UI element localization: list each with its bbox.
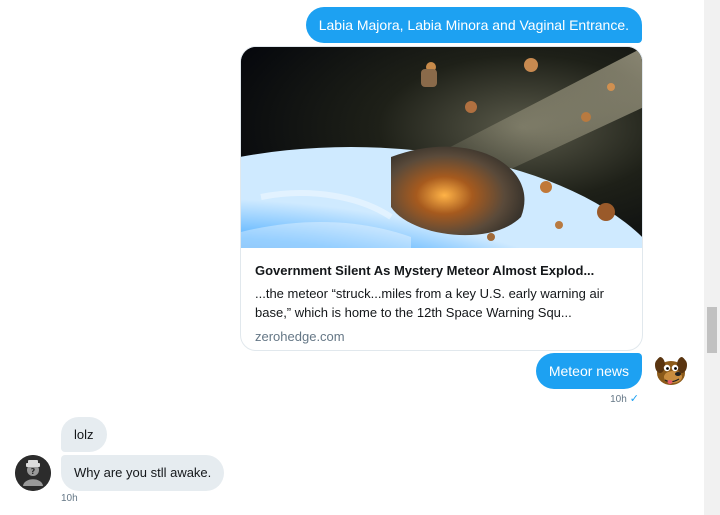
link-card-title[interactable]: Government Silent As Mystery Meteor Almo… bbox=[255, 262, 628, 280]
message-bubble-incoming[interactable]: Why are you stll awake. bbox=[61, 455, 225, 491]
timestamp: 10h bbox=[61, 493, 78, 504]
message-bubble-incoming[interactable]: lolz bbox=[61, 417, 107, 452]
svg-text:?: ? bbox=[31, 467, 36, 476]
meteor-image bbox=[241, 47, 642, 248]
scrollbar-thumb[interactable] bbox=[707, 307, 717, 353]
timestamp: 10h bbox=[610, 394, 627, 405]
link-card-domain: zerohedge.com bbox=[255, 329, 345, 344]
cartoon-dog-avatar[interactable] bbox=[653, 353, 689, 389]
message-meta-outgoing: 10h ✓ bbox=[610, 393, 639, 406]
message-bubble-outgoing[interactable]: Meteor news bbox=[535, 353, 642, 389]
conversation-panel: Labia Majora, Labia Minora and Vaginal E… bbox=[0, 0, 704, 515]
scrollbar-track[interactable] bbox=[704, 0, 720, 515]
message-bubble-outgoing[interactable]: Labia Majora, Labia Minora and Vaginal E… bbox=[305, 7, 642, 43]
link-card-description: ...the meteor “struck...miles from a key… bbox=[255, 286, 604, 320]
link-preview-card[interactable]: Government Silent As Mystery Meteor Almo… bbox=[240, 46, 643, 351]
incognito-avatar[interactable]: ? bbox=[15, 455, 51, 491]
checkmark-icon: ✓ bbox=[629, 393, 639, 405]
